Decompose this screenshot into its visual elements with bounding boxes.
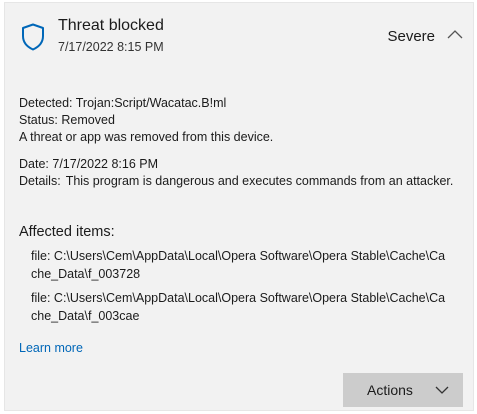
details-label: Details: (19, 174, 61, 188)
date-value: 7/17/2022 8:16 PM (52, 157, 159, 171)
affected-items-list: file: C:\Users\Cem\AppData\Local\Opera S… (31, 247, 451, 331)
threat-details: Detected: Trojan:Script/Wacatac.B!ml Sta… (19, 95, 459, 190)
actions-button[interactable]: Actions (343, 373, 463, 407)
severity-label: Severe (387, 28, 435, 45)
threat-header[interactable]: Threat blocked 7/17/2022 8:15 PM Severe (5, 3, 475, 73)
date-row: Date: 7/17/2022 8:16 PM (19, 156, 459, 173)
affected-item: file: C:\Users\Cem\AppData\Local\Opera S… (31, 249, 446, 281)
detected-row: Detected: Trojan:Script/Wacatac.B!ml (19, 95, 459, 112)
status-value: Removed (61, 113, 115, 127)
details-row: Details: This program is dangerous and e… (19, 173, 459, 190)
threat-timestamp: 7/17/2022 8:15 PM (58, 40, 164, 54)
actions-label: Actions (367, 382, 413, 398)
status-row: Status: Removed (19, 112, 459, 129)
threat-card: Threat blocked 7/17/2022 8:15 PM Severe … (4, 2, 474, 411)
status-message: A threat or app was removed from this de… (19, 130, 274, 144)
status-label: Status: (19, 113, 58, 127)
shield-icon (22, 23, 44, 51)
date-label: Date: (19, 157, 49, 171)
detected-label: Detected: (19, 96, 73, 110)
detected-value: Trojan:Script/Wacatac.B!ml (75, 96, 227, 110)
learn-more-link[interactable]: Learn more (19, 341, 83, 355)
affected-items-heading: Affected items: (19, 224, 115, 240)
details-value: This program is dangerous and executes c… (65, 174, 454, 188)
chevron-up-icon[interactable] (447, 28, 463, 40)
chevron-down-icon (435, 386, 449, 394)
threat-title: Threat blocked (58, 17, 164, 34)
affected-item: file: C:\Users\Cem\AppData\Local\Opera S… (31, 291, 446, 323)
